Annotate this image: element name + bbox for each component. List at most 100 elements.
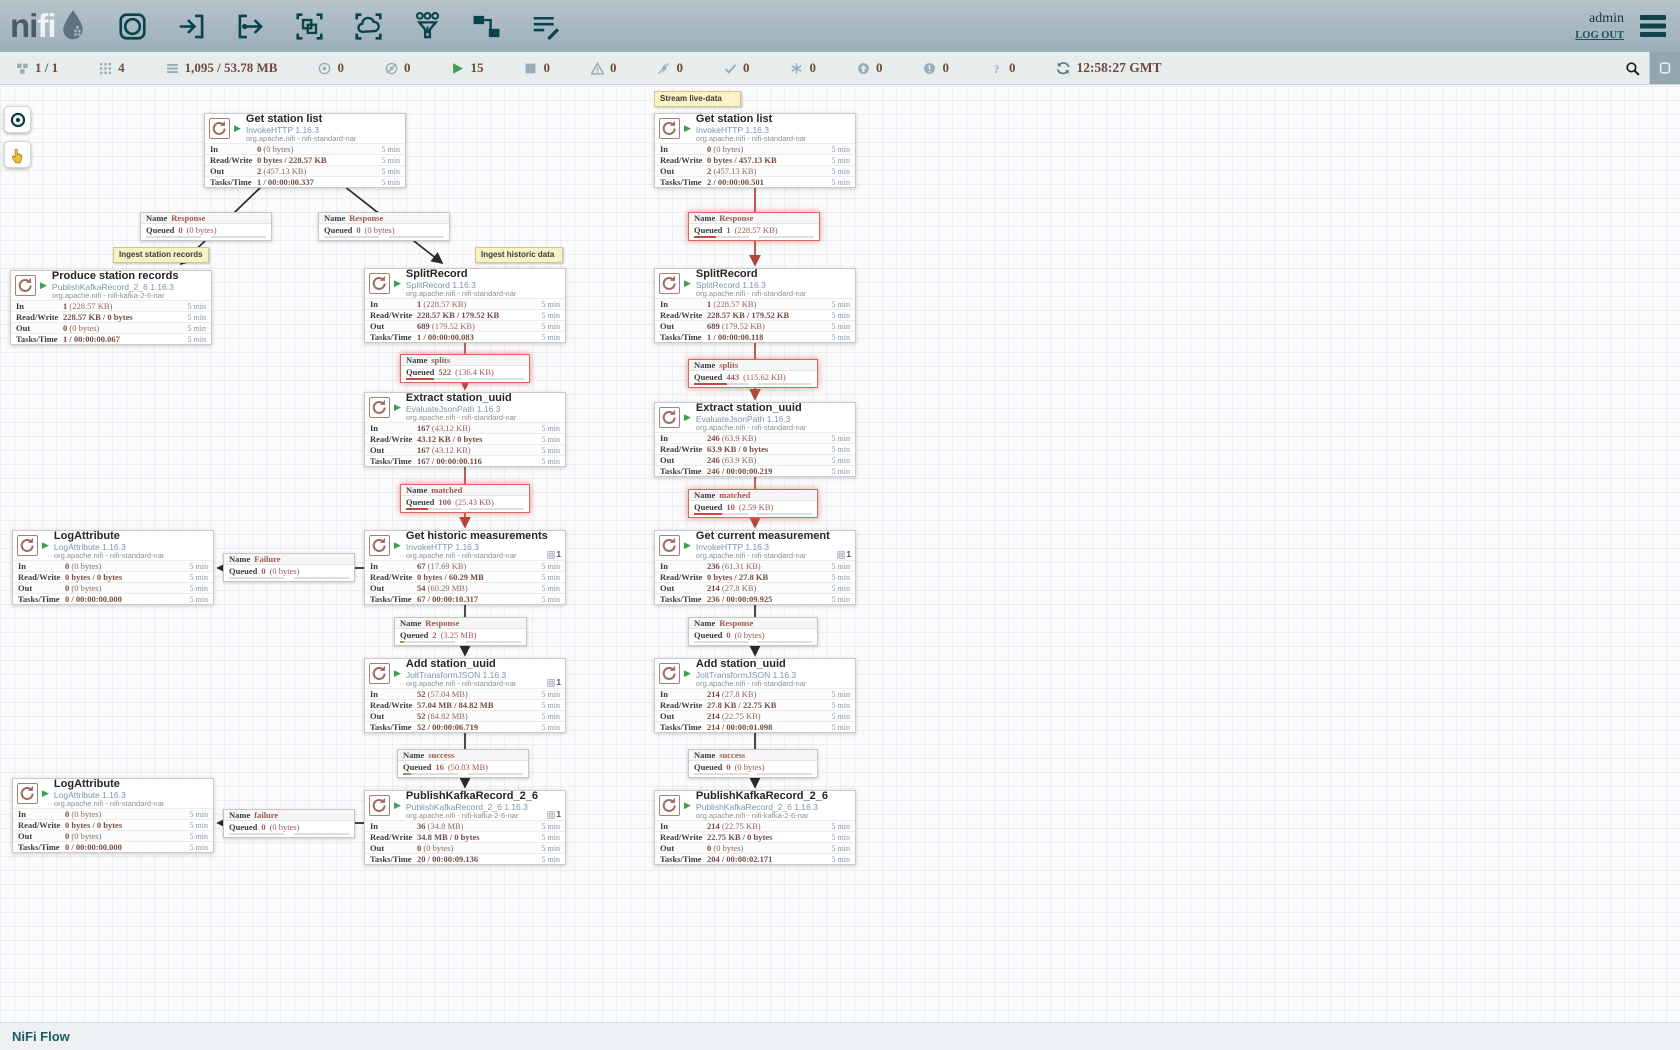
processor-splitrecord[interactable]: ▶SplitRecordSplitRecord 1.16.3org.apache…	[364, 268, 566, 343]
processor-get-historic-measurements[interactable]: ▶Get historic measurementsInvokeHTTP 1.1…	[364, 530, 566, 605]
stat-window: 5 min	[832, 167, 850, 176]
connection-queued-key: Queued	[694, 630, 722, 640]
template-toolbox-button[interactable]	[470, 10, 503, 43]
label-toolbox-button[interactable]	[529, 10, 562, 43]
processor-publishkafkarecord-2-6[interactable]: ▶PublishKafkaRecord_2_6PublishKafkaRecor…	[654, 790, 856, 865]
stat-window: 5 min	[542, 573, 560, 582]
processor-name: Extract station_uuid	[696, 402, 806, 414]
stat-window: 5 min	[832, 434, 850, 443]
stat-window: 5 min	[382, 145, 400, 154]
stat-window: 5 min	[542, 333, 560, 342]
status-item-refresh[interactable]: 12:58:27 GMT	[1056, 60, 1161, 76]
stat-window: 5 min	[190, 584, 208, 593]
processor-publishkafkarecord-2-6[interactable]: ▶PublishKafkaRecord_2_6PublishKafkaRecor…	[364, 790, 566, 865]
processor-get-station-list[interactable]: ▶Get station listInvokeHTTP 1.16.3org.ap…	[204, 113, 406, 188]
processor-produce-station-records[interactable]: ▶Produce station recordsPublishKafkaReco…	[10, 270, 212, 345]
processor-extract-station-uuid[interactable]: ▶Extract station_uuidEvaluateJsonPath 1.…	[364, 392, 566, 467]
connection-relationship: failure	[254, 810, 278, 820]
processor-add-station-uuid[interactable]: ▶Add station_uuidJoltTransformJSON 1.16.…	[654, 658, 856, 733]
stat-label: Read/Write	[660, 832, 707, 842]
stat-label: Out	[370, 321, 417, 331]
stat-row-out: Out689 (179.52 KB)5 min	[655, 320, 855, 331]
stat-value: 689 (179.52 KB)	[417, 321, 475, 331]
connection-label-failure[interactable]: NameFailureQueued0(0 bytes)	[223, 553, 355, 582]
stat-value: 0 (0 bytes)	[65, 809, 101, 819]
stat-label: In	[18, 561, 65, 571]
processor-add-station-uuid[interactable]: ▶Add station_uuidJoltTransformJSON 1.16.…	[364, 658, 566, 733]
stat-row-out: Out214 (22.75 KB)5 min	[655, 710, 855, 721]
stat-value: 67 / 00:00:10.317	[417, 594, 478, 604]
connection-label-failure[interactable]: NamefailureQueued0(0 bytes)	[223, 809, 355, 838]
status-item-transmitting: 0	[318, 60, 344, 76]
remote-process-group-toolbox-button[interactable]	[352, 10, 385, 43]
stat-row-tasks-time: Tasks/Time1 / 00:00:00.083 5 min	[365, 331, 565, 342]
stat-window: 5 min	[832, 690, 850, 699]
stat-window: 5 min	[832, 855, 850, 864]
processor-type-icon	[369, 273, 390, 294]
global-menu-button[interactable]	[1638, 13, 1668, 39]
stat-row-read-write: Read/Write34.8 MB / 0 bytes 5 min	[365, 831, 565, 842]
status-item-invalid: 0	[591, 60, 617, 76]
funnel-toolbox-button[interactable]	[411, 10, 444, 43]
cluster-icon	[16, 62, 29, 75]
processor-logattribute[interactable]: ▶LogAttributeLogAttribute 1.16.3org.apac…	[12, 778, 214, 853]
processor-glyph-icon	[370, 274, 389, 293]
hand-pointer-button[interactable]	[4, 141, 31, 168]
processor-bundle: org.apache.nifi - nifi-standard-nar	[696, 290, 806, 298]
stat-label: Read/Write	[370, 310, 417, 320]
stat-window: 5 min	[832, 822, 850, 831]
connection-queued-size: (2.59 KB)	[739, 502, 773, 512]
annotation-label[interactable]: Stream live-data	[654, 91, 741, 107]
processor-get-current-measurement[interactable]: ▶Get current measurementInvokeHTTP 1.16.…	[654, 530, 856, 605]
connection-label-response[interactable]: NameResponseQueued1(228.57 KB)	[688, 212, 820, 241]
logout-link[interactable]: LOG OUT	[1575, 30, 1624, 41]
stat-value: 1 / 00:00:00.337	[257, 177, 314, 187]
connection-label-success[interactable]: NamesuccessQueued16(50.03 MB)	[397, 749, 529, 778]
flow-canvas[interactable]: NameResponseQueued0(0 bytes) NameResponse…	[0, 86, 1680, 1050]
processor-bundle: org.apache.nifi - nifi-standard-nar	[406, 680, 516, 688]
stat-row-out: Out2 (457.13 KB)5 min	[205, 165, 405, 176]
connection-label-response[interactable]: NameResponseQueued0(0 bytes)	[140, 212, 272, 241]
connection-label-splits[interactable]: NamesplitsQueued522(136.4 KB)	[400, 354, 530, 383]
processor-extract-station-uuid[interactable]: ▶Extract station_uuidEvaluateJsonPath 1.…	[654, 402, 856, 477]
input-port-toolbox-button[interactable]	[175, 10, 208, 43]
stat-value: 0 / 00:00:00.000	[65, 842, 122, 852]
processor-glyph-icon	[16, 276, 35, 295]
processor-get-station-list[interactable]: ▶Get station listInvokeHTTP 1.16.3org.ap…	[654, 113, 856, 188]
connection-label-response[interactable]: NameResponseQueued0(0 bytes)	[688, 617, 818, 646]
stat-window: 5 min	[832, 145, 850, 154]
status-value: 0	[743, 60, 750, 76]
processor-stats: In1 (228.57 KB)5 minRead/Write228.57 KB …	[365, 298, 565, 342]
processor-name: Get current measurement	[696, 530, 830, 542]
connection-label-matched[interactable]: NamematchedQueued10(2.59 KB)	[688, 489, 818, 518]
stat-label: In	[660, 144, 707, 154]
annotation-label[interactable]: Ingest historic data	[475, 247, 563, 263]
stat-value: 0 (0 bytes)	[65, 831, 101, 841]
annotation-label[interactable]: Ingest station records	[113, 247, 209, 263]
birdseye-toggle-button[interactable]	[1650, 52, 1680, 84]
stat-row-out: Out0 (0 bytes)5 min	[655, 842, 855, 853]
connection-label-response[interactable]: NameResponseQueued0(0 bytes)	[318, 212, 450, 241]
stat-window: 5 min	[542, 435, 560, 444]
status-items: 1 / 141,095 / 53.78 MB00150000000?012:58…	[0, 60, 1162, 76]
backpressure-bars	[398, 772, 528, 777]
connection-label-response[interactable]: NameResponseQueued2(3.25 MB)	[394, 617, 527, 646]
status-item-stopped: 0	[524, 60, 550, 76]
connection-label-success[interactable]: NamesuccessQueued0(0 bytes)	[688, 749, 818, 778]
processor-splitrecord[interactable]: ▶SplitRecordSplitRecord 1.16.3org.apache…	[654, 268, 856, 343]
processor-logattribute[interactable]: ▶LogAttributeLogAttribute 1.16.3org.apac…	[12, 530, 214, 605]
stat-label: In	[660, 821, 707, 831]
process-group-toolbox-button[interactable]	[293, 10, 326, 43]
stat-row-read-write: Read/Write0 bytes / 457.13 KB 5 min	[655, 154, 855, 165]
breadcrumb[interactable]: NiFi Flow	[12, 1029, 70, 1044]
processor-toolbox-button[interactable]	[116, 10, 149, 43]
connection-name-key: Name	[400, 618, 421, 628]
stat-value: 34.8 MB / 0 bytes	[417, 832, 480, 842]
output-port-toolbox-button[interactable]	[234, 10, 267, 43]
search-button[interactable]	[1615, 52, 1649, 84]
stat-window: 5 min	[832, 712, 850, 721]
connection-label-matched[interactable]: NamematchedQueued100(25.43 KB)	[400, 484, 530, 513]
target-button[interactable]	[4, 106, 31, 133]
connection-label-splits[interactable]: NamesplitsQueued443(115.62 KB)	[688, 359, 818, 388]
stat-value: 246 (63.9 KB)	[707, 455, 756, 465]
